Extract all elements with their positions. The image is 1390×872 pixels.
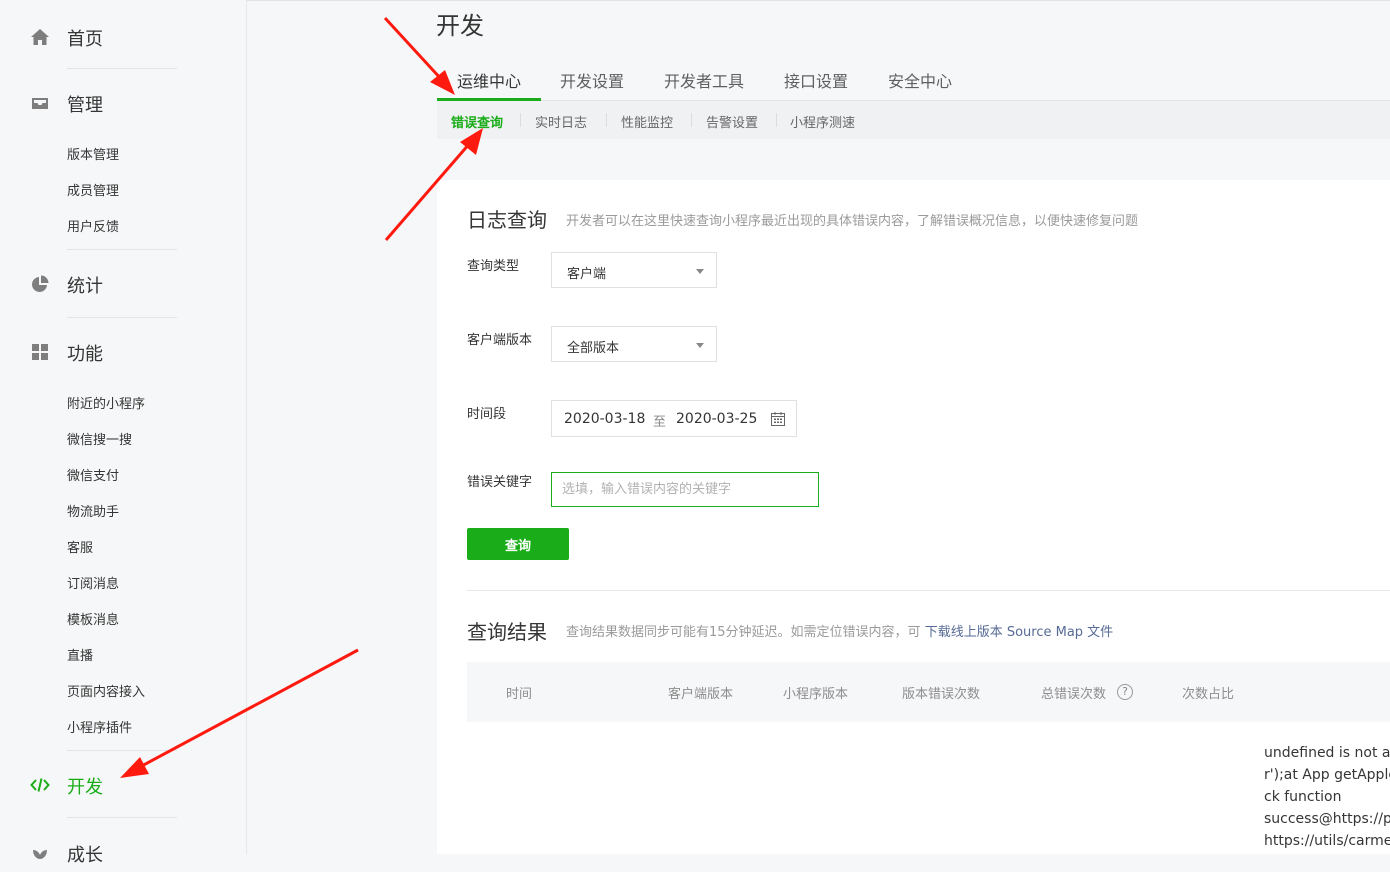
sidebar-item-home[interactable]: 首页 (0, 16, 247, 56)
error-message-cell: undefined is not ar r');at App getApplc … (1264, 742, 1390, 852)
sidebar-item-label: 管理 (67, 95, 103, 116)
subtab-alert-settings[interactable]: 告警设置 (706, 112, 758, 131)
results-title: 查询结果 (467, 620, 547, 644)
column-header-ratio: 次数占比 (1182, 687, 1235, 702)
help-icon[interactable]: ? (1117, 684, 1133, 700)
leaf-icon (33, 850, 47, 859)
client-version-label: 客户端版本 (467, 333, 533, 348)
sidebar-divider (67, 249, 177, 250)
section-divider (467, 590, 1390, 591)
tab-dev-tools[interactable]: 开发者工具 (664, 68, 744, 92)
grid-icon (32, 344, 48, 360)
sidebar-subitem-pay[interactable]: 微信支付 (67, 465, 119, 484)
subtab-error-query[interactable]: 错误查询 (451, 112, 503, 131)
sidebar-subitem-subscribe[interactable]: 订阅消息 (67, 573, 119, 592)
date-end[interactable]: 2020-03-25 (676, 411, 757, 427)
home-icon (31, 29, 49, 45)
results-desc-text: 查询结果数据同步可能有15分钟延迟。如需定位错误内容，可 (566, 625, 921, 640)
error-line: r');at App getApplc (1264, 767, 1390, 783)
sidebar-subitem-search[interactable]: 微信搜一搜 (67, 429, 132, 448)
sidebar-subitem-nearby[interactable]: 附近的小程序 (67, 393, 145, 412)
keyword-label: 错误关键字 (467, 475, 533, 490)
subtab-realtime-log[interactable]: 实时日志 (535, 112, 587, 131)
results-desc: 查询结果数据同步可能有15分钟延迟。如需定位错误内容，可 下载线上版本 Sour… (566, 621, 1113, 640)
inbox-icon (32, 98, 48, 109)
subtab-separator (606, 113, 607, 127)
sidebar-item-manage[interactable]: 管理 (0, 82, 247, 122)
sidebar-item-features[interactable]: 功能 (0, 331, 247, 371)
subtab-separator (691, 113, 692, 127)
sidebar-item-label: 首页 (67, 29, 103, 50)
query-type-select[interactable]: 客户端 (551, 252, 717, 288)
subtab-speed-test[interactable]: 小程序测速 (790, 112, 855, 131)
column-header-client-version: 客户端版本 (668, 687, 734, 702)
subtab-separator (520, 113, 521, 127)
sidebar-subitem-logistics[interactable]: 物流助手 (67, 501, 119, 520)
column-header-total-errors: 总错误次数 (1041, 687, 1107, 702)
subtab-separator (776, 113, 777, 127)
log-query-desc: 开发者可以在这里快速查询小程序最近出现的具体错误内容，了解错误概况信息，以便快速… (566, 214, 1139, 229)
sidebar-item-stats[interactable]: 统计 (0, 263, 247, 303)
sidebar-subitem-feedback[interactable]: 用户反馈 (67, 216, 119, 235)
client-version-select[interactable]: 全部版本 (551, 326, 717, 362)
sidebar-item-develop[interactable]: 开发 (0, 764, 247, 804)
tab-api-settings[interactable]: 接口设置 (784, 68, 848, 92)
log-query-title: 日志查询 (467, 208, 547, 232)
results-table-header: 时间 客户端版本 小程序版本 版本错误次数 总错误次数 ? 次数占比 (467, 662, 1390, 722)
source-map-download-link[interactable]: 下载线上版本 Source Map 文件 (925, 625, 1113, 640)
sidebar-divider (67, 817, 177, 818)
calendar-icon[interactable] (770, 411, 786, 427)
sidebar-item-label: 开发 (67, 777, 103, 798)
dropdown-arrow-icon (696, 343, 704, 348)
dropdown-arrow-icon (696, 269, 704, 274)
sidebar-divider (67, 317, 177, 318)
sidebar: 首页 管理 版本管理 成员管理 用户反馈 统计 功能 附近的小程序 微信搜一搜 … (0, 0, 247, 866)
error-line: undefined is not ar (1264, 745, 1390, 761)
sidebar-subitem-content[interactable]: 页面内容接入 (67, 681, 145, 700)
sidebar-subitem-plugin[interactable]: 小程序插件 (67, 717, 132, 736)
column-header-time: 时间 (506, 687, 533, 702)
client-version-value: 全部版本 (567, 341, 620, 356)
error-keyword-input[interactable] (551, 472, 819, 507)
tab-dev-settings[interactable]: 开发设置 (560, 68, 624, 92)
sidebar-item-label: 功能 (67, 344, 103, 365)
sidebar-item-label: 统计 (67, 276, 103, 297)
time-range-label: 时间段 (467, 407, 507, 422)
sidebar-divider (67, 68, 177, 69)
query-button[interactable]: 查询 (467, 528, 569, 560)
sidebar-subitem-service[interactable]: 客服 (67, 537, 93, 556)
date-range-picker[interactable]: 2020-03-18 至 2020-03-25 (551, 400, 797, 437)
sub-tabs: 错误查询 实时日志 性能监控 告警设置 小程序测速 (437, 101, 1390, 139)
column-header-app-version: 小程序版本 (783, 687, 849, 702)
error-line: success@https://pa (1264, 811, 1390, 827)
error-line: ck function (1264, 789, 1342, 805)
query-type-label: 查询类型 (467, 259, 520, 274)
code-icon (30, 778, 50, 792)
sidebar-subitem-live[interactable]: 直播 (67, 645, 93, 664)
date-start[interactable]: 2020-03-18 (564, 411, 645, 427)
main-tabs: 运维中心 开发设置 开发者工具 接口设置 安全中心 (437, 58, 1390, 101)
content-panel: 日志查询 开发者可以在这里快速查询小程序最近出现的具体错误内容，了解错误概况信息… (437, 180, 1390, 854)
sidebar-subitem-members[interactable]: 成员管理 (67, 180, 119, 199)
page-title: 开发 (436, 12, 484, 40)
error-line: https://utils/carme (1264, 833, 1390, 849)
query-type-value: 客户端 (567, 267, 607, 282)
sidebar-subitem-version[interactable]: 版本管理 (67, 144, 119, 163)
sidebar-subitem-template[interactable]: 模板消息 (67, 609, 119, 628)
sidebar-item-growth[interactable]: 成长 (0, 832, 247, 872)
sidebar-item-label: 成长 (67, 845, 103, 866)
pie-chart-icon (32, 275, 49, 292)
column-header-version-errors: 版本错误次数 (902, 687, 981, 702)
tab-security[interactable]: 安全中心 (888, 68, 952, 92)
sidebar-divider (67, 750, 177, 751)
tab-ops-center[interactable]: 运维中心 (457, 68, 521, 92)
date-separator: 至 (653, 415, 667, 430)
subtab-performance[interactable]: 性能监控 (621, 112, 673, 131)
